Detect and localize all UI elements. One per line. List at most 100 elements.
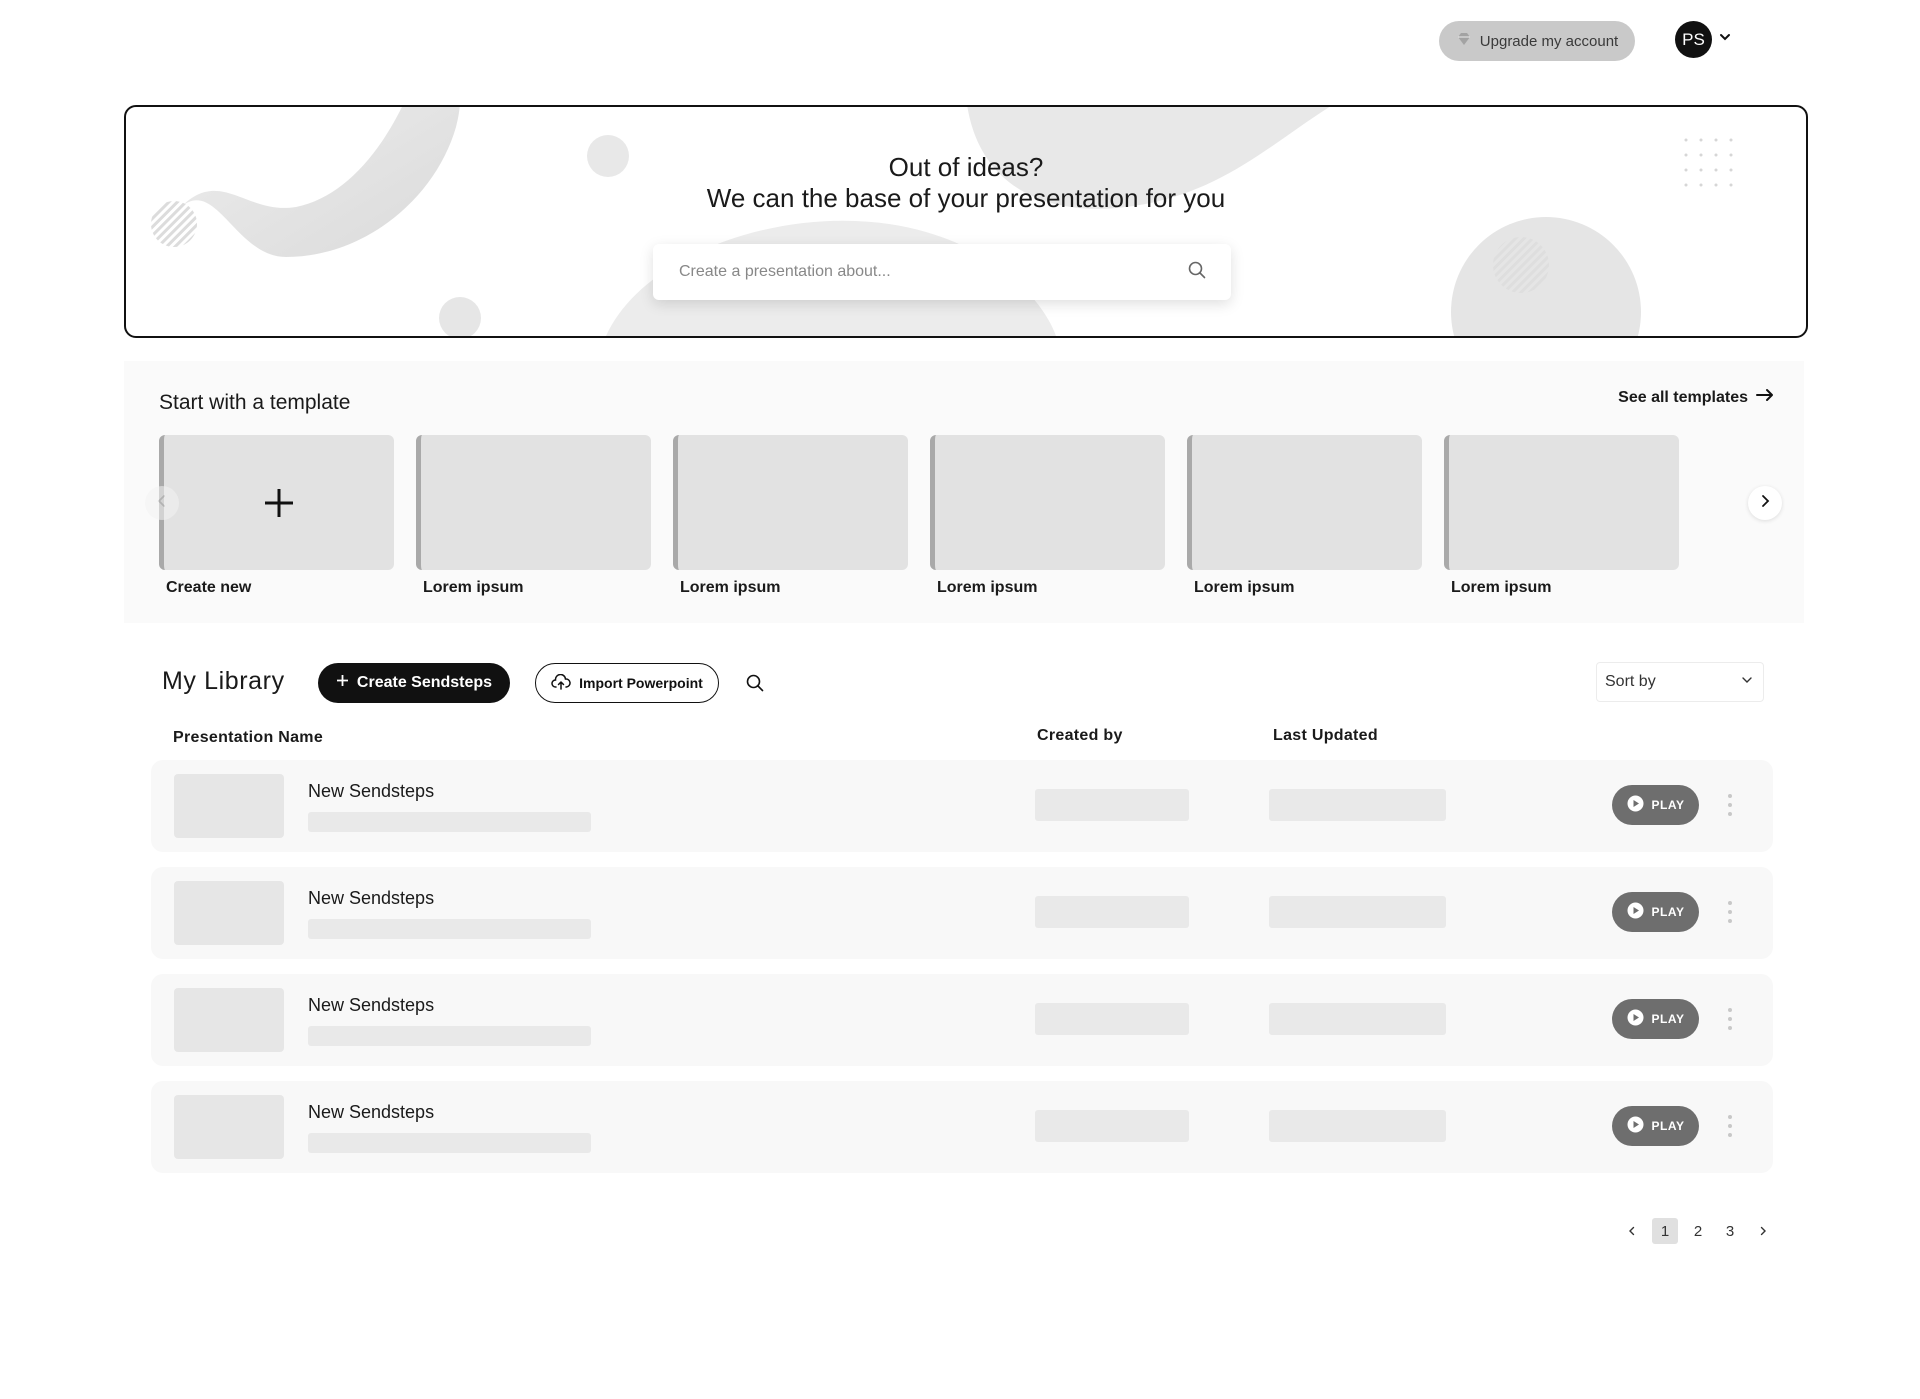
presentation-thumbnail bbox=[174, 881, 284, 945]
presentation-meta-placeholder bbox=[308, 919, 591, 939]
import-powerpoint-label: Import Powerpoint bbox=[579, 675, 703, 691]
presentation-thumbnail bbox=[174, 988, 284, 1052]
template-label: Lorem ipsum bbox=[937, 579, 1038, 596]
carousel-next-button[interactable] bbox=[1748, 486, 1782, 520]
upgrade-account-button[interactable]: Upgrade my account bbox=[1439, 21, 1635, 61]
import-powerpoint-button[interactable]: Import Powerpoint bbox=[535, 663, 719, 703]
create-sendsteps-label: Create Sendsteps bbox=[356, 674, 493, 691]
plus-icon bbox=[262, 486, 296, 520]
hero-decoration bbox=[151, 107, 1733, 336]
play-label: PLAY bbox=[1651, 905, 1685, 919]
template-card[interactable]: Lorem ipsum bbox=[416, 435, 651, 597]
created-by-placeholder bbox=[1035, 1003, 1189, 1035]
template-card[interactable]: Lorem ipsum bbox=[1444, 435, 1679, 597]
chevron-down-icon bbox=[1718, 30, 1732, 49]
see-all-templates-label: See all templates bbox=[1618, 388, 1748, 406]
template-thumbnail bbox=[930, 435, 1165, 570]
template-label: Lorem ipsum bbox=[423, 579, 524, 596]
more-options-icon[interactable] bbox=[1721, 794, 1739, 816]
play-label: PLAY bbox=[1651, 1012, 1685, 1026]
template-label: Create new bbox=[166, 579, 252, 596]
presentation-thumbnail bbox=[174, 1095, 284, 1159]
column-header-name: Presentation Name bbox=[173, 729, 324, 746]
play-label: PLAY bbox=[1651, 1119, 1685, 1133]
created-by-placeholder bbox=[1035, 1110, 1189, 1142]
template-label: Lorem ipsum bbox=[1194, 579, 1295, 596]
template-thumbnail bbox=[159, 435, 394, 570]
library-search-icon[interactable] bbox=[745, 673, 765, 693]
template-card-create-new[interactable]: Create new bbox=[159, 435, 394, 597]
hero-title-line1: Out of ideas? bbox=[888, 152, 1044, 182]
upgrade-account-label: Upgrade my account bbox=[1479, 32, 1619, 50]
column-header-created-by: Created by bbox=[1037, 727, 1123, 744]
column-header-last-updated: Last Updated bbox=[1273, 727, 1378, 744]
last-updated-placeholder bbox=[1269, 896, 1446, 928]
more-options-icon[interactable] bbox=[1721, 1008, 1739, 1030]
sort-by-label: Sort by bbox=[1605, 673, 1656, 690]
chevron-left-icon bbox=[1627, 1223, 1637, 1240]
presentation-name: New Sendsteps bbox=[308, 995, 435, 1015]
play-circle-icon bbox=[1627, 795, 1644, 815]
sort-by-dropdown[interactable]: Sort by bbox=[1596, 662, 1764, 702]
pagination-page-1[interactable]: 1 bbox=[1652, 1218, 1678, 1244]
template-thumbnail bbox=[673, 435, 908, 570]
more-options-icon[interactable] bbox=[1721, 901, 1739, 923]
play-circle-icon bbox=[1627, 1116, 1644, 1136]
table-row[interactable]: New Sendsteps PLAY bbox=[151, 760, 1773, 852]
table-row[interactable]: New Sendsteps PLAY bbox=[151, 1081, 1773, 1173]
last-updated-placeholder bbox=[1269, 789, 1446, 821]
arrow-right-icon bbox=[1756, 388, 1774, 407]
presentation-thumbnail bbox=[174, 774, 284, 838]
templates-heading: Start with a template bbox=[159, 391, 351, 414]
table-row[interactable]: New Sendsteps PLAY bbox=[151, 867, 1773, 959]
presentation-name: New Sendsteps bbox=[308, 1102, 435, 1122]
hero-banner: Out of ideas? We can the base of your pr… bbox=[124, 105, 1808, 338]
presentation-meta-placeholder bbox=[308, 1026, 591, 1046]
avatar: PS bbox=[1675, 21, 1712, 58]
account-menu[interactable]: PS bbox=[1675, 21, 1732, 58]
more-options-icon[interactable] bbox=[1721, 1115, 1739, 1137]
chevron-down-icon bbox=[1741, 673, 1753, 691]
play-label: PLAY bbox=[1651, 798, 1685, 812]
play-button[interactable]: PLAY bbox=[1612, 892, 1699, 932]
chevron-left-icon bbox=[155, 494, 169, 513]
chevron-right-icon bbox=[1758, 1223, 1768, 1240]
hero-title-line2: We can the base of your presentation for… bbox=[706, 183, 1226, 213]
hero-search-input[interactable] bbox=[677, 262, 1187, 282]
template-thumbnail bbox=[1444, 435, 1679, 570]
template-card[interactable]: Lorem ipsum bbox=[673, 435, 908, 597]
template-thumbnail bbox=[1187, 435, 1422, 570]
presentation-name: New Sendsteps bbox=[308, 781, 435, 801]
play-button[interactable]: PLAY bbox=[1612, 999, 1699, 1039]
chevron-right-icon bbox=[1758, 494, 1772, 513]
search-icon[interactable] bbox=[1187, 260, 1207, 285]
play-circle-icon bbox=[1627, 902, 1644, 922]
created-by-placeholder bbox=[1035, 896, 1189, 928]
hero-search-box bbox=[653, 244, 1231, 300]
play-button[interactable]: PLAY bbox=[1612, 1106, 1699, 1146]
pagination-page-2[interactable]: 2 bbox=[1685, 1218, 1711, 1244]
presentation-name: New Sendsteps bbox=[308, 888, 435, 908]
table-row[interactable]: New Sendsteps PLAY bbox=[151, 974, 1773, 1066]
library-title: My Library bbox=[162, 667, 285, 695]
templates-section: Start with a template See all templates … bbox=[124, 361, 1804, 623]
carousel-prev-button[interactable] bbox=[145, 486, 179, 520]
presentation-meta-placeholder bbox=[308, 1133, 591, 1153]
created-by-placeholder bbox=[1035, 789, 1189, 821]
pagination-prev-button[interactable] bbox=[1619, 1218, 1645, 1244]
play-circle-icon bbox=[1627, 1009, 1644, 1029]
plus-icon bbox=[336, 674, 349, 692]
template-card[interactable]: Lorem ipsum bbox=[1187, 435, 1422, 597]
template-card[interactable]: Lorem ipsum bbox=[930, 435, 1165, 597]
template-thumbnail bbox=[416, 435, 651, 570]
template-label: Lorem ipsum bbox=[680, 579, 781, 596]
play-button[interactable]: PLAY bbox=[1612, 785, 1699, 825]
pagination-page-3[interactable]: 3 bbox=[1717, 1218, 1743, 1244]
create-sendsteps-button[interactable]: Create Sendsteps bbox=[318, 663, 510, 703]
last-updated-placeholder bbox=[1269, 1003, 1446, 1035]
diamond-icon bbox=[1456, 31, 1472, 51]
pagination-next-button[interactable] bbox=[1750, 1218, 1776, 1244]
cloud-upload-icon bbox=[551, 673, 571, 693]
see-all-templates-link[interactable]: See all templates bbox=[1618, 388, 1774, 407]
presentation-meta-placeholder bbox=[308, 812, 591, 832]
